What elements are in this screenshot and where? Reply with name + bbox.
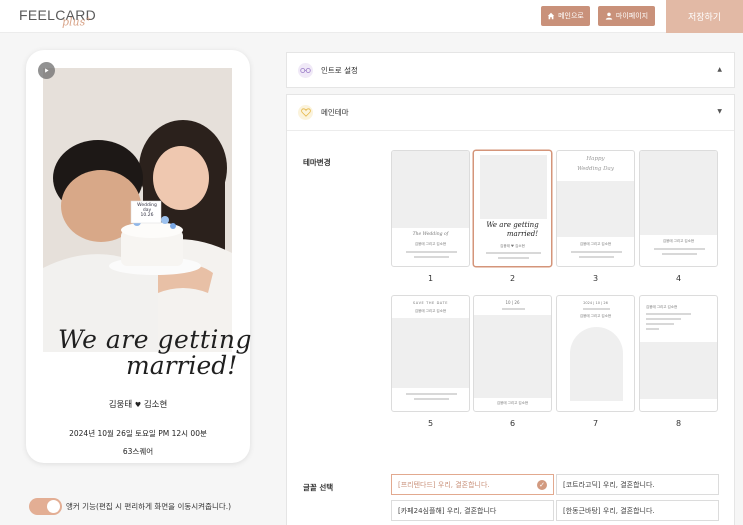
theme-option-4[interactable]: 김웅태 그리고 김소현 xyxy=(639,150,718,267)
mypage-button-label: 마이페이지 xyxy=(615,12,649,20)
theme-option-7[interactable]: 2024 | 10 | 26 김웅태 그리고 김소현 xyxy=(556,295,635,412)
theme-option-2[interactable]: We are getting married! 김웅태 ♥ 김소현 xyxy=(473,150,552,267)
preview-title-line1: We are getting xyxy=(58,325,252,354)
toggle-knob xyxy=(47,500,60,513)
intro-settings-title: 인트로 설정 xyxy=(321,66,358,75)
main-theme-header[interactable]: 메인테마 ▼ xyxy=(287,95,734,131)
wedding-venue: 63스퀘어 xyxy=(122,447,154,456)
preview-title-line2: married! xyxy=(126,351,238,380)
font-option-handonggeun-batang[interactable]: [한동근바탕] 우리, 결혼합니다. xyxy=(556,500,719,521)
check-icon: ✓ xyxy=(537,480,547,490)
font-option-label: [프리텐다드] 우리, 결혼합니다. xyxy=(398,480,490,489)
theme-option-6[interactable]: 10 | 26 김웅태 그리고 김소현 xyxy=(473,295,552,412)
save-button-label: 저장하기 xyxy=(687,13,722,23)
intro-settings-section: 인트로 설정 ▲ xyxy=(286,52,735,88)
theme-change-label: 테마변경 xyxy=(303,158,331,167)
home-button-label: 메인으로 xyxy=(558,12,584,20)
home-button[interactable]: 메인으로 xyxy=(541,6,590,26)
theme-option-8[interactable]: 김웅태 그리고 김소현 xyxy=(639,295,718,412)
theme-option-5[interactable]: SAVE THE DATE 김웅태 그리고 김소현 xyxy=(391,295,470,412)
theme-number-4: 4 xyxy=(675,274,682,283)
font-option-label: [한동근바탕] 우리, 결혼합니다. xyxy=(563,506,655,515)
play-button[interactable] xyxy=(38,62,55,79)
theme-number-6: 6 xyxy=(509,419,516,428)
groom-name: 김웅태 xyxy=(108,400,133,410)
glasses-icon xyxy=(298,63,313,78)
theme-number-3: 3 xyxy=(592,274,599,283)
bride-name: 김소현 xyxy=(143,400,168,410)
font-option-kotra-gothic[interactable]: [코트라고딕] 우리, 결혼합니다. xyxy=(556,474,719,495)
save-button[interactable]: 저장하기 xyxy=(666,0,743,33)
font-option-pretendard[interactable]: [프리텐다드] 우리, 결혼합니다. ✓ xyxy=(391,474,554,495)
heart-outline-icon xyxy=(298,105,313,120)
top-header: FEELCARD plus+ 메인으로 마이페이지 저장하기 xyxy=(0,0,743,33)
home-icon xyxy=(547,12,555,20)
font-select-label: 글꼴 선택 xyxy=(303,483,334,492)
chevron-up-icon[interactable]: ▲ xyxy=(717,66,722,73)
theme-option-1[interactable]: The Wedding of 김웅태 그리고 김소현 xyxy=(391,150,470,267)
theme-option-3[interactable]: Happy Wedding Day 김웅태 그리고 김소현 xyxy=(556,150,635,267)
font-option-label: [코트라고딕] 우리, 결혼합니다. xyxy=(563,480,655,489)
cake-topper-text: Wedding day 10.26 xyxy=(137,203,157,218)
font-option-label: [카페24심플해] 우리, 결혼합니다 xyxy=(398,506,497,515)
heart-icon: ♥ xyxy=(134,401,142,409)
mypage-button[interactable]: 마이페이지 xyxy=(598,6,655,26)
wedding-date: 2024년 10월 26일 토요일 PM 12시 00분 xyxy=(69,429,207,438)
intro-settings-header[interactable]: 인트로 설정 ▲ xyxy=(287,53,734,89)
couple-names: 김웅태 ♥ 김소현 xyxy=(26,398,250,410)
main-theme-title: 메인테마 xyxy=(321,108,349,117)
user-icon xyxy=(605,12,613,20)
theme-number-2: 2 xyxy=(509,274,516,283)
anchor-toggle[interactable] xyxy=(29,498,62,515)
theme-number-8: 8 xyxy=(675,419,682,428)
theme-number-1: 1 xyxy=(427,274,434,283)
play-icon xyxy=(45,68,49,73)
chevron-down-icon[interactable]: ▼ xyxy=(717,108,722,115)
anchor-toggle-label: 앵커 기능(편집 시 편리하게 화면을 이동시켜줍니다.) xyxy=(66,502,232,511)
logo-plus-text: plus+ xyxy=(62,15,92,29)
theme-number-7: 7 xyxy=(592,419,599,428)
font-option-cafe24[interactable]: [카페24심플해] 우리, 결혼합니다 xyxy=(391,500,554,521)
theme-number-5: 5 xyxy=(427,419,434,428)
